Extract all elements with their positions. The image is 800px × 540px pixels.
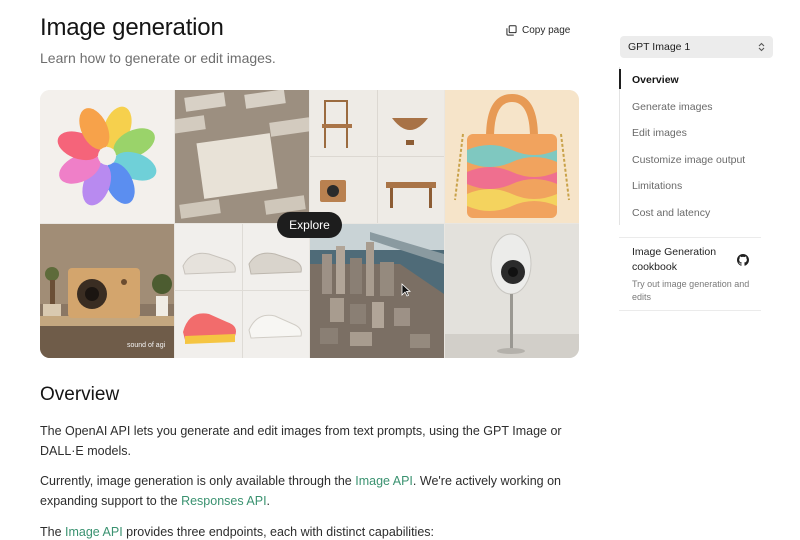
overview-paragraph-1: The OpenAI API lets you generate and edi… [40,424,562,458]
mouse-cursor-icon [401,283,411,297]
gallery-tile-sneakers[interactable] [175,224,309,358]
chevron-up-down-icon [758,42,765,52]
cookbook-card[interactable]: Image Generation cookbook Try out image … [619,237,761,311]
responses-api-link[interactable]: Responses API [181,494,266,508]
toc-item-edit-images[interactable]: Edit images [632,127,687,139]
toc-active-indicator [619,69,621,89]
cookbook-title: Image Generation cookbook [632,246,717,273]
cookbook-description: Try out image generation and edits [632,279,750,302]
toc-track [619,67,620,225]
github-icon [737,254,749,266]
image-api-link-2[interactable]: Image API [65,525,123,539]
copy-icon [506,25,517,36]
image-api-link[interactable]: Image API [355,474,413,488]
toc-item-cost-latency[interactable]: Cost and latency [632,207,710,219]
gallery-tile-speaker-shelf[interactable] [40,224,174,358]
model-select-dropdown[interactable]: GPT Image 1 [620,36,773,58]
explore-button[interactable]: Explore [277,212,342,238]
image-watermark: sound of agi [127,342,166,349]
toc-item-limitations[interactable]: Limitations [632,180,682,192]
copy-page-button[interactable]: Copy page [506,25,570,36]
copy-page-label: Copy page [522,25,571,36]
overview-paragraph-2: Currently, image generation is only avai… [40,474,561,508]
gallery-tile-flower[interactable] [40,90,174,223]
toc-item-generate-images[interactable]: Generate images [632,101,713,113]
gallery-tile-city[interactable] [310,224,444,358]
toc-item-customize-output[interactable]: Customize image output [632,154,745,166]
toc-item-overview[interactable]: Overview [632,74,679,86]
gallery-tile-standing-speaker[interactable] [445,224,579,358]
gallery-tile-furniture[interactable] [310,90,444,223]
page-title: Image generation [40,14,224,41]
gallery-tile-handbag[interactable] [445,90,579,223]
gallery-tile-cards[interactable] [175,90,309,223]
overview-paragraph-3: The Image API provides three endpoints, … [40,525,434,539]
page-subtitle: Learn how to generate or edit images. [40,50,276,66]
model-select-value: GPT Image 1 [628,41,691,53]
overview-heading: Overview [40,384,120,405]
